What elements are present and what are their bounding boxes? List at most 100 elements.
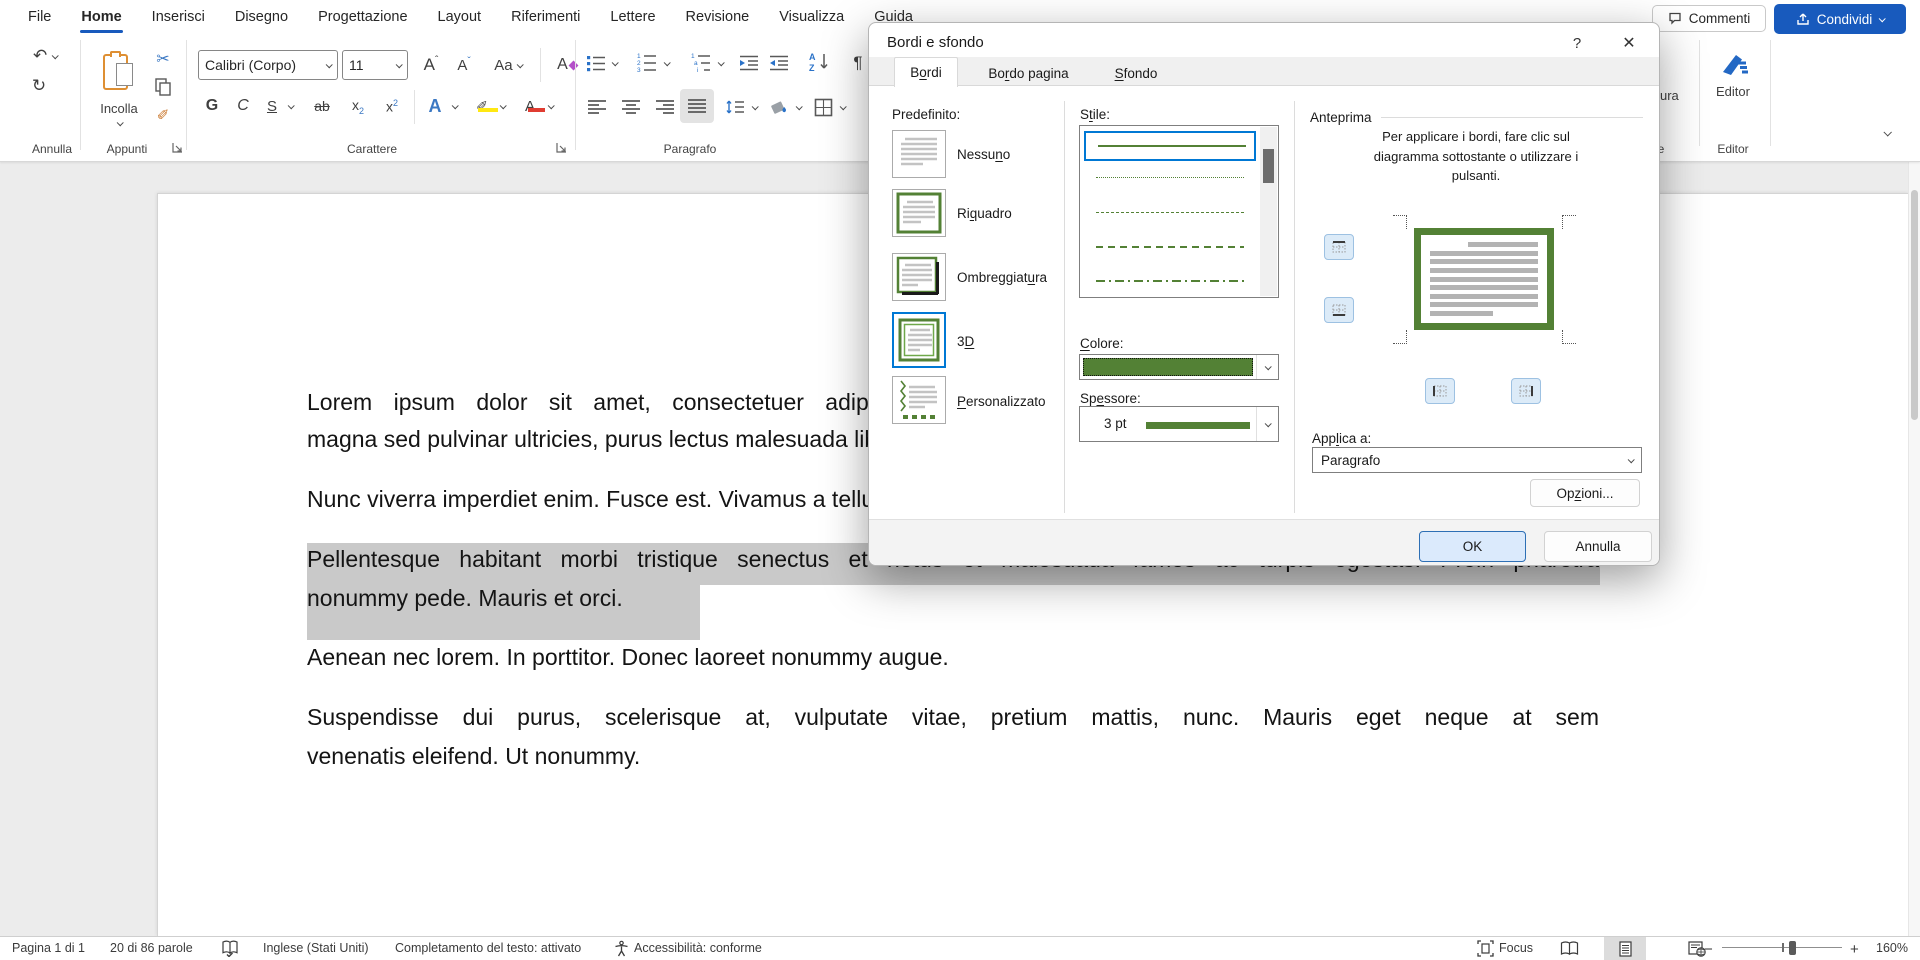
word-count-status[interactable]: 20 di 86 parole [110,941,193,955]
menu-disegno[interactable]: Disegno [233,7,290,27]
dictation-label-fragment[interactable]: ura [1660,88,1679,103]
copy-button[interactable] [150,76,176,98]
font-name-combo[interactable]: Calibri (Corpo) [198,50,338,80]
style-option-dash-dot[interactable] [1096,280,1244,282]
chevron-down-icon[interactable] [840,103,847,110]
font-dialog-launcher[interactable] [556,142,568,154]
zoom-in-button[interactable]: + [1850,941,1859,958]
zoom-out-button[interactable]: − [1704,941,1713,958]
superscript-button[interactable]: x2 [378,92,406,120]
multilevel-list-button[interactable]: 1ai [688,48,714,76]
doc-line[interactable]: venenatis eleifend. Ut nonummy. [307,743,1599,781]
strikethrough-button[interactable]: ab [306,92,338,120]
menu-lettere[interactable]: Lettere [608,7,657,27]
preset-3d-icon[interactable] [892,312,946,368]
shrink-font-button[interactable]: Aˇ [450,50,478,80]
doc-line[interactable]: Suspendisse dui purus, scelerisque at, v… [307,704,1599,742]
left-border-toggle-button[interactable] [1425,378,1455,404]
sort-button[interactable]: AZ [806,48,834,76]
menu-home[interactable]: Home [79,7,123,27]
format-painter-button[interactable]: ✐ [150,104,176,126]
bold-button[interactable]: G [200,92,224,120]
color-dropdown[interactable] [1079,354,1279,380]
border-preview-diagram[interactable] [1386,202,1583,357]
language-status[interactable]: Inglese (Stati Uniti) [263,941,369,955]
decrease-indent-button[interactable] [736,50,762,76]
proofing-status-icon[interactable] [221,940,239,960]
menu-riferimenti[interactable]: Riferimenti [509,7,582,27]
align-center-button[interactable] [618,94,644,120]
redo-button[interactable]: ↻ [26,74,52,98]
align-right-button[interactable] [652,94,678,120]
zoom-slider-thumb[interactable] [1789,941,1796,955]
chevron-down-icon[interactable] [548,102,555,109]
chevron-down-icon[interactable] [718,59,725,66]
doc-line[interactable]: nonummy pede. Mauris et orci. [307,585,1599,623]
menu-layout[interactable]: Layout [436,7,484,27]
cut-button[interactable]: ✂ [150,48,176,70]
tab-bordo-pagina[interactable]: Bordo pagina [966,60,1091,86]
editor-button[interactable]: Editor [1708,40,1758,106]
text-effects-button[interactable]: A [422,92,448,120]
dialog-help-button[interactable]: ? [1565,31,1589,55]
grow-font-button[interactable]: Aˆ [416,50,446,80]
increase-indent-button[interactable] [766,50,792,76]
width-dropdown-arrow[interactable] [1256,407,1278,441]
chevron-down-icon[interactable] [752,103,759,110]
clear-formatting-button[interactable]: A [548,50,586,80]
menu-revisione[interactable]: Revisione [684,7,752,27]
scrollbar-thumb[interactable] [1911,190,1918,420]
preset-nessuno-icon[interactable] [892,130,946,178]
preset-ombreggiatura-label[interactable]: Ombreggiatura [957,270,1047,285]
comments-button[interactable]: Commenti [1652,5,1766,32]
chevron-down-icon[interactable] [796,103,803,110]
style-option-dashed[interactable] [1096,246,1244,248]
bullets-button[interactable] [584,50,608,76]
preview-border-box[interactable] [1414,228,1554,330]
preset-personalizzato-icon[interactable] [892,376,946,424]
preset-personalizzato-label[interactable]: Personalizzato [957,394,1046,409]
tab-sfondo[interactable]: Sfondo [1099,60,1173,86]
underline-button[interactable]: S [260,92,284,120]
style-listbox[interactable] [1079,125,1279,298]
chevron-down-icon[interactable] [452,102,459,109]
options-button[interactable]: Opzioni... [1530,479,1640,507]
italic-button[interactable]: C [232,92,254,120]
justify-button[interactable] [680,89,714,123]
shading-button[interactable] [766,94,792,120]
clipboard-dialog-launcher[interactable] [172,142,184,154]
menu-progettazione[interactable]: Progettazione [316,7,409,27]
show-formatting-button[interactable]: ¶ [846,50,870,76]
style-option-solid[interactable] [1084,131,1256,161]
width-dropdown[interactable]: 3 pt [1079,406,1279,442]
tab-bordi[interactable]: Bordi [894,57,958,87]
preset-nessuno-label[interactable]: Nessuno [957,147,1010,162]
change-case-button[interactable]: Aa [484,50,532,80]
dialog-close-button[interactable]: ✕ [1613,29,1645,57]
autocomplete-status[interactable]: Completamento del testo: attivato [395,941,581,955]
cancel-button[interactable]: Annulla [1544,531,1652,562]
print-layout-button[interactable] [1604,937,1646,960]
zoom-percentage[interactable]: 160% [1876,941,1908,955]
right-border-toggle-button[interactable] [1511,378,1541,404]
menu-inserisci[interactable]: Inserisci [150,7,207,27]
page-count-status[interactable]: Pagina 1 di 1 [12,941,85,955]
preset-riquadro-label[interactable]: Riquadro [957,206,1012,221]
scrollbar-thumb[interactable] [1263,149,1274,183]
vertical-scrollbar[interactable] [1908,162,1920,936]
apply-to-dropdown[interactable]: Paragrafo [1312,447,1642,473]
chevron-down-icon[interactable] [664,59,671,66]
color-dropdown-arrow[interactable] [1256,355,1278,379]
style-option-dotted[interactable] [1096,177,1244,178]
highlight-color-button[interactable]: ✐ [468,92,496,120]
preset-riquadro-icon[interactable] [892,189,946,237]
chevron-down-icon[interactable] [288,102,295,109]
menu-file[interactable]: File [26,7,53,27]
paste-button[interactable]: Incolla [92,38,146,138]
focus-mode-button[interactable]: Focus [1499,941,1533,955]
style-option-dashed-fine[interactable] [1096,212,1244,213]
collapse-ribbon-chevron-icon[interactable] [1883,128,1891,136]
chevron-down-icon[interactable] [612,59,619,66]
accessibility-icon[interactable] [613,940,630,960]
preset-3d-label[interactable]: 3D [957,334,974,349]
